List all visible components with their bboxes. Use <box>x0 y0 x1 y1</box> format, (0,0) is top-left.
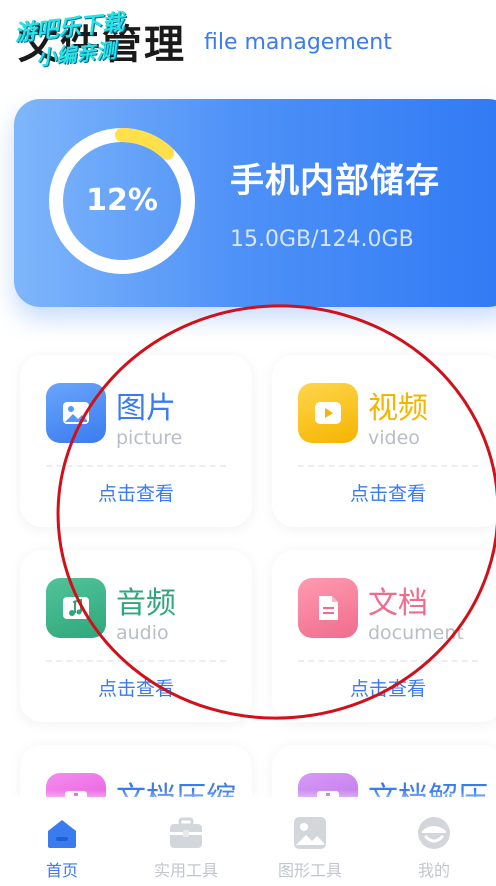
category-card-audio[interactable]: 音频 audio 点击查看 <box>20 550 252 722</box>
view-document-link[interactable]: 点击查看 <box>272 674 496 701</box>
divider <box>46 660 226 662</box>
tab-home[interactable]: 首页 <box>0 797 124 886</box>
category-title: 音频 <box>116 586 176 621</box>
divider <box>298 660 478 662</box>
tab-label: 实用工具 <box>153 861 218 880</box>
category-card-document[interactable]: 文档 document 点击查看 <box>272 550 496 722</box>
category-card-picture[interactable]: 图片 picture 点击查看 <box>20 355 252 527</box>
header: 文件管理 file management 游吧乐下载 小编亲测 <box>0 0 496 90</box>
category-card-video[interactable]: 视频 video 点击查看 <box>272 355 496 527</box>
image-tool-icon <box>292 815 328 851</box>
category-subtitle: document <box>368 622 464 644</box>
divider <box>298 465 478 467</box>
storage-size: 15.0GB/124.0GB <box>230 227 414 252</box>
view-audio-link[interactable]: 点击查看 <box>20 674 252 701</box>
page-subtitle: file management <box>204 30 392 55</box>
play-icon <box>298 383 358 443</box>
document-icon <box>298 578 358 638</box>
tab-profile[interactable]: 我的 <box>372 797 496 886</box>
view-video-link[interactable]: 点击查看 <box>272 479 496 506</box>
home-icon <box>44 815 80 851</box>
tab-tools[interactable]: 实用工具 <box>124 797 248 886</box>
view-picture-link[interactable]: 点击查看 <box>20 479 252 506</box>
tab-label: 首页 <box>45 861 78 880</box>
bottom-tab-bar: 首页 实用工具 图形工具 我的 <box>0 797 496 886</box>
music-icon <box>46 578 106 638</box>
profile-icon <box>416 815 452 851</box>
storage-title: 手机内部储存 <box>230 161 440 201</box>
storage-ring: 12% <box>46 125 198 277</box>
toolbox-icon <box>168 815 204 851</box>
category-subtitle: video <box>368 427 420 449</box>
storage-card[interactable]: 12% 手机内部储存 15.0GB/124.0GB <box>14 99 496 307</box>
category-subtitle: audio <box>116 622 169 644</box>
category-subtitle: picture <box>116 427 183 449</box>
divider <box>46 465 226 467</box>
page-title: 文件管理 <box>18 22 186 68</box>
category-title: 图片 <box>116 391 176 426</box>
tab-label: 我的 <box>417 861 450 880</box>
category-title: 视频 <box>368 391 428 426</box>
category-title: 文档 <box>368 586 428 621</box>
tab-label: 图形工具 <box>277 861 342 880</box>
storage-percent: 12% <box>86 183 158 218</box>
image-icon <box>46 383 106 443</box>
tab-graphics-tools[interactable]: 图形工具 <box>248 797 372 886</box>
